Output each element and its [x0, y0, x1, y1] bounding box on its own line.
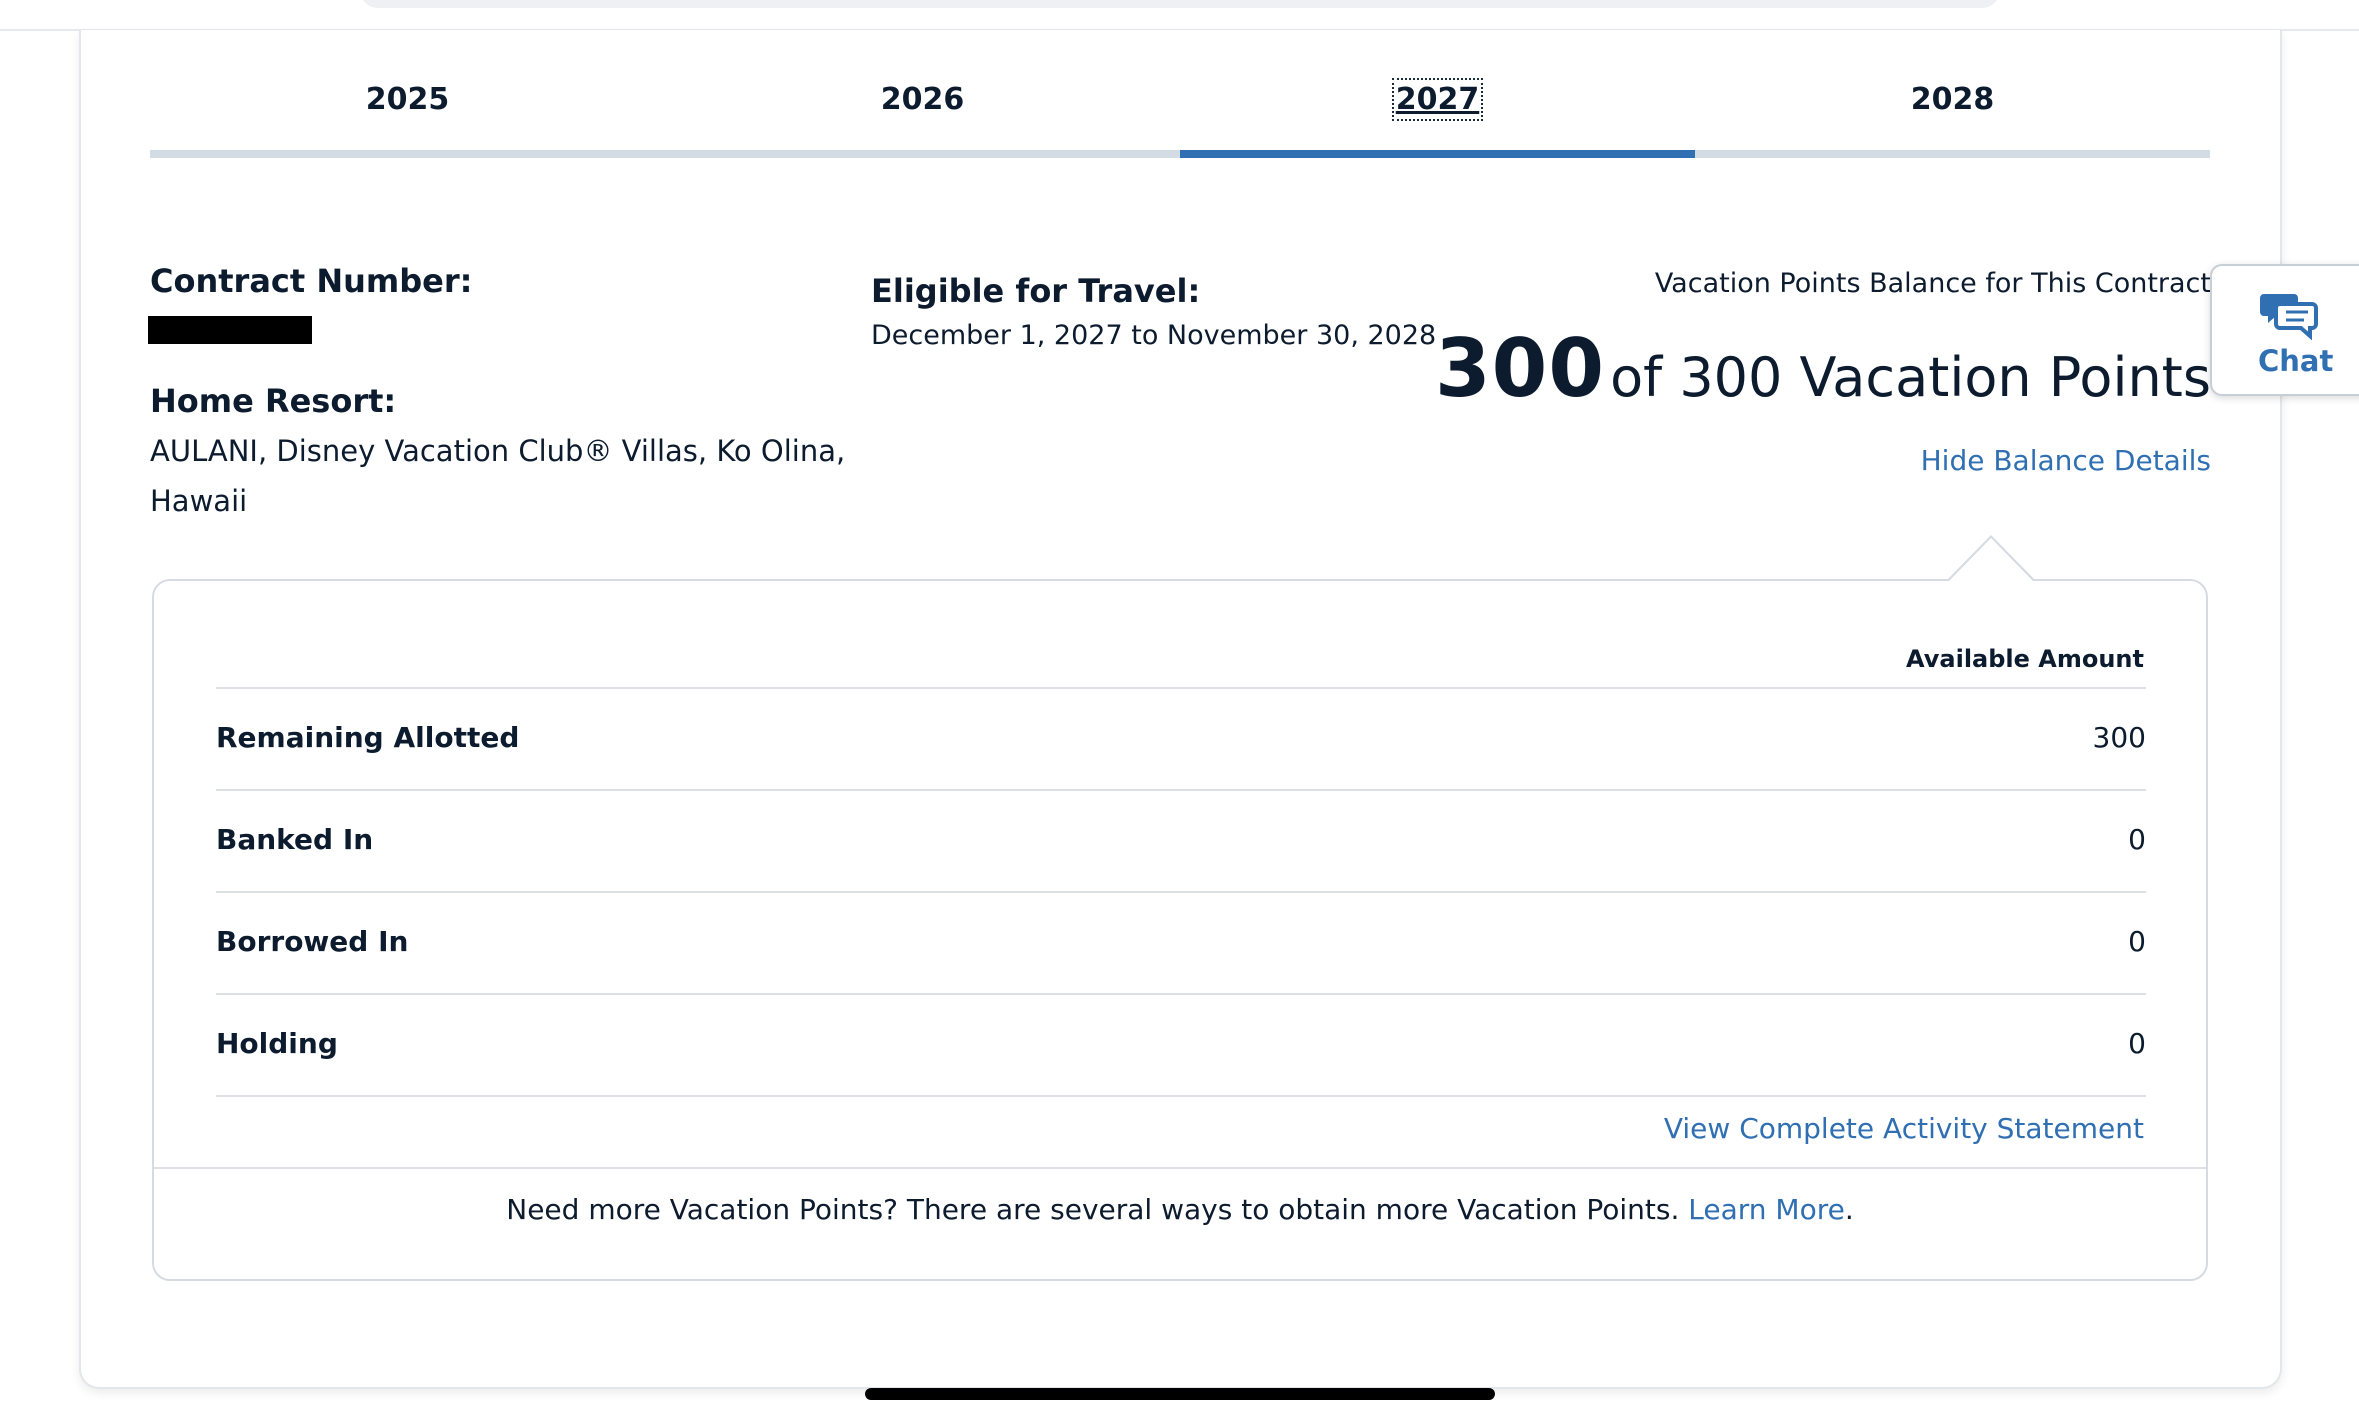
eligible-travel-label: Eligible for Travel: [871, 272, 1201, 310]
eligible-travel-dates: December 1, 2027 to November 30, 2028 [871, 320, 1437, 351]
table-row: Banked In 0 [216, 789, 2146, 891]
row-label: Banked In [216, 823, 374, 856]
footer-period: . [1844, 1193, 1854, 1226]
available-amount-header: Available Amount [1906, 645, 2144, 673]
footer-divider [154, 1167, 2206, 1169]
top-bar [0, 0, 2359, 31]
table-row: Holding 0 [216, 993, 2146, 1095]
row-label: Holding [216, 1027, 338, 1060]
tab-2026[interactable]: 2026 [665, 70, 1180, 158]
chat-button[interactable]: Chat [2210, 264, 2359, 396]
table-row: Borrowed In 0 [216, 891, 2146, 993]
year-tabs: 2025 2026 2027 2028 [150, 70, 2210, 158]
table-row: Remaining Allotted 300 [216, 687, 2146, 789]
row-label: Borrowed In [216, 925, 409, 958]
table-divider [216, 1095, 2146, 1097]
balance-caption: Vacation Points Balance for This Contrac… [1654, 268, 2211, 299]
balance-total: of 300 Vacation Points [1610, 346, 2211, 409]
tab-label: 2027 [1391, 78, 1484, 121]
hide-balance-details-link[interactable]: Hide Balance Details [1921, 444, 2211, 477]
learn-more-link[interactable]: Learn More [1688, 1193, 1845, 1226]
home-resort-line1: AULANI, Disney Vacation Club® Villas, Ko… [150, 434, 846, 468]
row-value: 300 [2092, 721, 2146, 754]
contract-number-redacted [148, 316, 312, 344]
need-more-points-message: Need more Vacation Points? There are sev… [506, 1193, 1689, 1226]
tab-label: 2026 [880, 82, 965, 117]
view-activity-statement-link[interactable]: View Complete Activity Statement [1664, 1112, 2144, 1145]
row-value: 0 [2128, 925, 2146, 958]
home-resort-line2: Hawaii [150, 484, 248, 518]
home-indicator [865, 1388, 1495, 1400]
row-value: 0 [2128, 1027, 2146, 1060]
home-resort-label: Home Resort: [150, 382, 397, 420]
balance-details-panel: Available Amount Remaining Allotted 300 … [152, 579, 2208, 1281]
tab-label: 2025 [365, 82, 450, 117]
search-bar[interactable] [360, 0, 2000, 8]
tab-2028[interactable]: 2028 [1695, 70, 2210, 158]
balance-summary: 300 of 300 Vacation Points [1435, 322, 2211, 415]
tab-2025[interactable]: 2025 [150, 70, 665, 158]
chat-bubbles-icon [2260, 294, 2318, 340]
row-label: Remaining Allotted [216, 721, 520, 754]
chat-label: Chat [2258, 344, 2334, 378]
need-more-points-text: Need more Vacation Points? There are sev… [154, 1193, 2206, 1226]
tab-2027[interactable]: 2027 [1180, 70, 1695, 158]
balance-current: 300 [1435, 322, 1606, 415]
contract-number-label: Contract Number: [150, 262, 473, 300]
tab-label: 2028 [1910, 82, 1995, 117]
details-caret-fill [1948, 538, 2034, 582]
row-value: 0 [2128, 823, 2146, 856]
